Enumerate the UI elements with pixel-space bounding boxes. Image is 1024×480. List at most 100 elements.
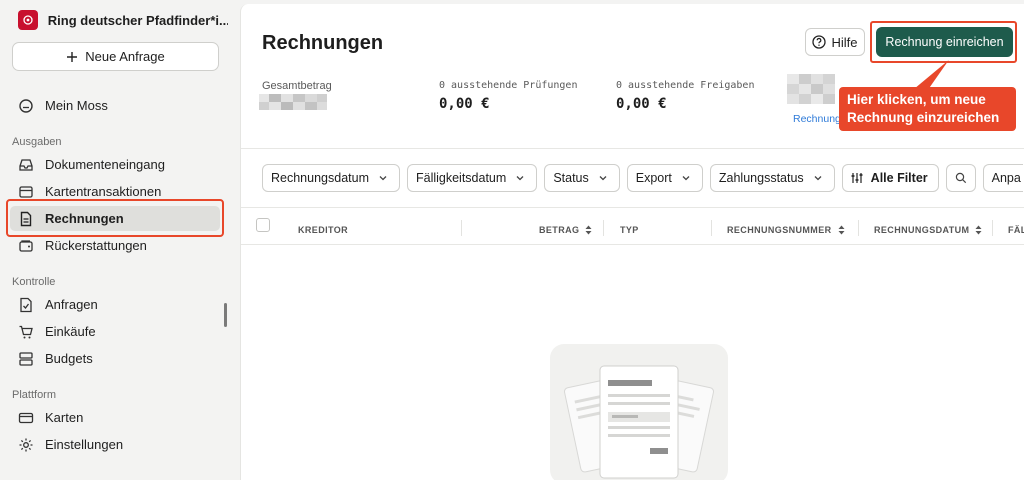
sidebar-scrollbar[interactable] [224, 303, 227, 327]
plus-icon [67, 51, 78, 62]
sidebar-item-label: Anfragen [45, 297, 98, 312]
sidebar-item-anfragen[interactable]: Anfragen [10, 292, 220, 317]
sidebar-item-label: Rückerstattungen [45, 238, 147, 253]
pending-approvals-label: 0 ausstehende Freigaben [616, 80, 755, 91]
table-header-divider [241, 244, 1024, 245]
sort-icon [838, 225, 844, 235]
instruction-callout: Hier klicken, um neue Rechnung einzureic… [839, 87, 1016, 131]
section-label-kontrolle: Kontrolle [12, 276, 56, 288]
header-divider [241, 148, 1024, 149]
filter-payment-status[interactable]: Zahlungsstatus [709, 164, 835, 192]
column-label: RECHNUNGSNUMMER [727, 225, 832, 235]
column-separator [858, 220, 859, 236]
column-header-creditor[interactable]: KREDITOR [298, 225, 348, 235]
select-all-checkbox[interactable] [256, 218, 270, 232]
chevron-down-icon [599, 176, 607, 181]
org-switcher[interactable]: Ring deutscher Pfadfinder*i... [18, 10, 228, 30]
filter-status[interactable]: Status [544, 164, 620, 192]
sidebar-item-budgets[interactable]: Budgets [10, 346, 220, 371]
column-header-amount[interactable]: BETRAG [539, 225, 592, 235]
home-icon [19, 98, 33, 113]
filter-label: Alle Filter [870, 171, 928, 185]
invoice-link[interactable]: Rechnung [793, 113, 841, 125]
pending-reviews-value: 0,00 € [439, 96, 490, 112]
new-request-label: Neue Anfrage [85, 49, 165, 64]
filter-label: Zahlungsstatus [718, 171, 804, 185]
new-request-button[interactable]: Neue Anfrage [12, 42, 219, 71]
chevron-down-icon [682, 176, 690, 181]
sidebar-item-label: Budgets [45, 351, 93, 366]
filter-due-date[interactable]: Fälligkeitsdatum [406, 164, 538, 192]
pending-approvals-value: 0,00 € [616, 96, 667, 112]
total-label: Gesamtbetrag [262, 80, 332, 92]
sidebar-item-rueckerstattungen[interactable]: Rückerstattungen [10, 233, 220, 258]
column-label: BETRAG [539, 225, 580, 235]
transactions-icon [19, 185, 33, 198]
filter-divider [241, 207, 1024, 208]
documents-icon [564, 365, 714, 479]
section-label-plattform: Plattform [12, 389, 57, 401]
sidebar-item-einkaeufe[interactable]: Einkäufe [10, 319, 220, 344]
all-filters-button[interactable]: Alle Filter [841, 164, 939, 192]
help-button[interactable]: Hilfe [805, 28, 865, 56]
sidebar-item-label: Einstellungen [45, 437, 124, 452]
filter-label: Export [635, 171, 672, 185]
sidebar-item-label: Mein Moss [45, 98, 108, 113]
org-name: Ring deutscher Pfadfinder*i... [47, 12, 228, 28]
sort-icon [585, 225, 592, 235]
filter-label: Status [553, 171, 589, 185]
filter-label: Rechnungsdatum [271, 171, 369, 185]
sidebar-item-label: Kartentransaktionen [45, 184, 162, 199]
budgets-icon [19, 351, 33, 366]
chevron-down-icon [379, 176, 387, 181]
filter-export[interactable]: Export [626, 164, 703, 192]
sidebar-item-einstellungen[interactable]: Einstellungen [10, 432, 220, 457]
column-header-invoice-date[interactable]: RECHNUNGSDATUM [874, 225, 982, 235]
callout-pointer [915, 60, 949, 88]
sort-icon [975, 225, 982, 235]
sidebar-item-label: Dokumenteneingang [45, 157, 165, 172]
refund-icon [19, 239, 33, 252]
sidebar-item-home[interactable]: Mein Moss [10, 93, 220, 118]
column-separator [461, 220, 462, 236]
sidebar-item-label: Karten [45, 410, 84, 425]
main-panel: Rechnungen Hilfe Rechnung einreichen Ges… [240, 4, 1024, 480]
column-header-invoice-number[interactable]: RECHNUNGSNUMMER [727, 225, 845, 235]
column-label: FÄLL [1008, 225, 1024, 235]
column-separator [603, 220, 604, 236]
help-icon [812, 35, 827, 49]
filter-invoice-date[interactable]: Rechnungsdatum [262, 164, 400, 192]
help-label: Hilfe [831, 34, 858, 50]
requests-icon [20, 297, 32, 312]
column-header-due[interactable]: FÄLL [1008, 225, 1024, 235]
pending-reviews-label: 0 ausstehende Prüfungen [439, 80, 578, 91]
empty-state-illustration [550, 344, 728, 480]
cart-icon [19, 325, 33, 338]
gear-icon [19, 438, 33, 451]
sidebar-item-label: Einkäufe [45, 324, 96, 339]
search-button[interactable] [945, 164, 976, 192]
section-label-ausgaben: Ausgaben [12, 136, 62, 148]
highlight-box-rechnungen [6, 199, 224, 237]
filter-label: Fälligkeitsdatum [415, 171, 507, 185]
column-separator [711, 220, 712, 236]
chevron-down-icon [516, 176, 524, 181]
sliders-icon [851, 173, 863, 183]
card-icon [18, 412, 34, 423]
column-header-type[interactable]: TYP [620, 225, 639, 235]
org-logo [18, 10, 38, 30]
inbox-icon [19, 158, 33, 171]
search-icon [955, 172, 966, 184]
sidebar-item-karten[interactable]: Karten [10, 405, 220, 430]
adjust-button[interactable]: Anpa [982, 164, 1023, 192]
filter-label: Anpa [991, 171, 1021, 185]
submit-invoice-button[interactable]: Rechnung einreichen [876, 27, 1013, 57]
column-label: KREDITOR [298, 225, 349, 235]
sidebar-item-dokumenteneingang[interactable]: Dokumenteneingang [10, 152, 220, 177]
column-separator [992, 220, 993, 236]
filter-bar: Rechnungsdatum Fälligkeitsdatum Status E… [262, 164, 1023, 192]
sidebar: Ring deutscher Pfadfinder*i... Neue Anfr… [0, 0, 240, 480]
page-title: Rechnungen [262, 32, 384, 54]
column-label: RECHNUNGSDATUM [874, 225, 970, 235]
column-label: TYP [620, 225, 639, 235]
